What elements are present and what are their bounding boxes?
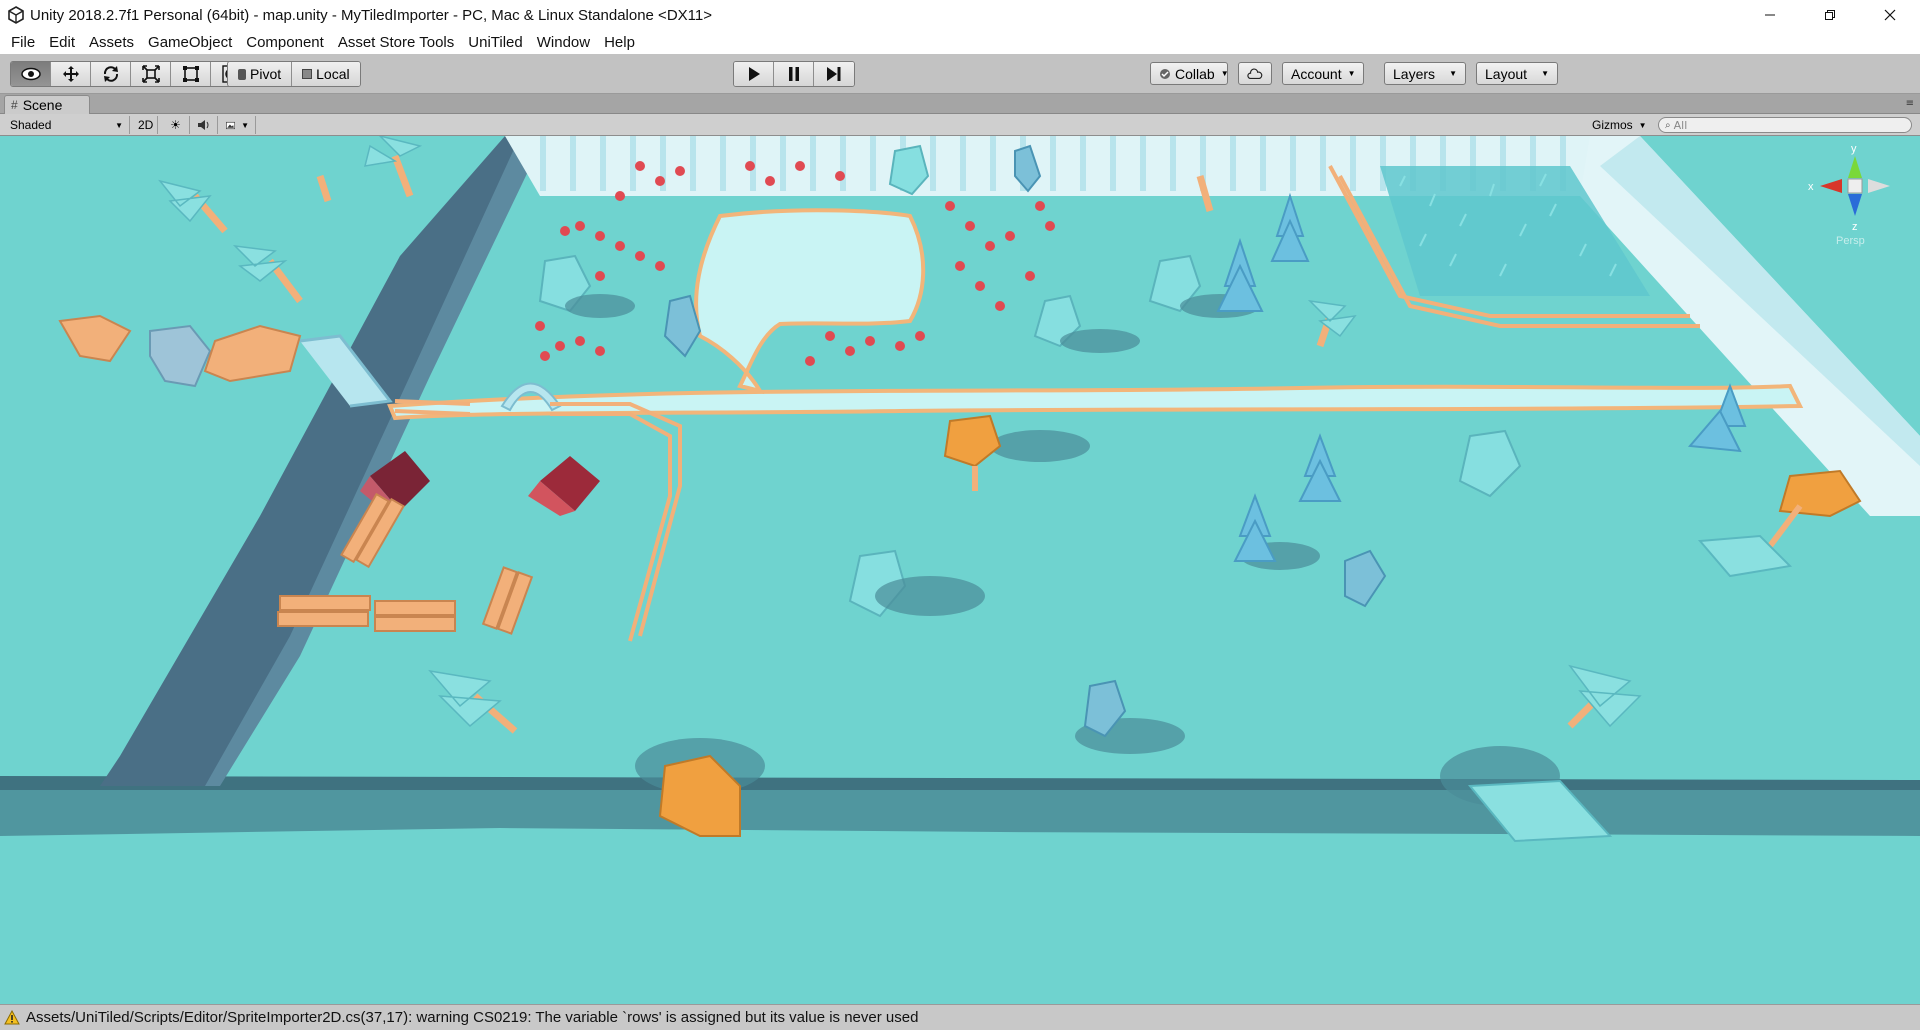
scene-tab-bar: # Scene ≡	[0, 94, 1920, 114]
sun-icon: ☀	[170, 118, 181, 132]
account-dropdown[interactable]: Account ▼	[1282, 62, 1364, 85]
layers-dropdown[interactable]: Layers ▼	[1384, 62, 1466, 85]
layout-dropdown[interactable]: Layout ▼	[1476, 62, 1558, 85]
gizmo-axis-y: y	[1851, 143, 1857, 155]
toggle-2d-button[interactable]: 2D	[132, 116, 158, 134]
scene-viewport[interactable]: y x z Persp	[0, 136, 1920, 1004]
account-label: Account	[1291, 65, 1342, 82]
cloud-icon	[1247, 68, 1263, 79]
grid-icon: #	[11, 98, 18, 112]
menu-asset-store-tools[interactable]: Asset Store Tools	[331, 34, 461, 51]
menu-bar: File Edit Assets GameObject Component As…	[0, 30, 1920, 54]
chevron-down-icon: ▼	[241, 120, 249, 130]
playmode-controls	[733, 61, 855, 87]
menu-window[interactable]: Window	[530, 34, 597, 51]
layout-label: Layout	[1485, 65, 1528, 82]
menu-assets[interactable]: Assets	[82, 34, 141, 51]
lighting-toggle[interactable]: ☀	[162, 116, 190, 134]
local-icon	[302, 69, 313, 79]
menu-gameobject[interactable]: GameObject	[141, 34, 239, 51]
unity-logo-icon	[6, 5, 26, 25]
minimize-icon[interactable]	[1740, 0, 1800, 30]
audio-toggle[interactable]	[190, 116, 218, 134]
menu-file[interactable]: File	[4, 34, 42, 51]
image-icon	[226, 121, 236, 129]
chevron-down-icon: ▼	[115, 120, 123, 130]
menu-unitiled[interactable]: UniTiled	[461, 34, 529, 51]
local-toggle[interactable]: Local	[292, 62, 360, 86]
local-label: Local	[316, 66, 350, 82]
menu-component[interactable]: Component	[239, 34, 331, 51]
cloud-button[interactable]	[1238, 62, 1272, 85]
chevron-down-icon: ▼	[1541, 69, 1549, 78]
move-icon	[62, 66, 79, 82]
chevron-down-icon: ▼	[1638, 120, 1647, 130]
collab-dropdown[interactable]: Collab ▼	[1150, 62, 1229, 85]
eye-icon	[20, 67, 41, 81]
scene-render: y x z Persp	[0, 136, 1920, 1004]
rotate-icon	[103, 66, 118, 82]
scale-tool-button[interactable]	[131, 62, 171, 86]
cliff-edge-shadow	[0, 784, 1920, 836]
toggle-2d-label: 2D	[138, 118, 154, 132]
chevron-down-icon: ▼	[1220, 69, 1229, 78]
tab-scene[interactable]: # Scene	[4, 95, 90, 114]
gizmo-axis-z: z	[1852, 221, 1858, 233]
pivot-label: Pivot	[250, 66, 282, 82]
pivot-toggle[interactable]: Pivot	[228, 62, 293, 86]
transform-tools	[10, 61, 252, 87]
effects-dropdown[interactable]: ▼	[220, 116, 256, 134]
speaker-icon	[197, 120, 208, 130]
close-icon[interactable]	[1860, 0, 1920, 30]
shading-mode-dropdown[interactable]: Shaded ▼	[4, 116, 130, 134]
pivot-icon	[238, 68, 246, 80]
layers-label: Layers	[1393, 65, 1436, 82]
pivot-local-group: Pivot Local	[227, 61, 361, 87]
restore-icon[interactable]	[1800, 0, 1860, 30]
scene-tab-label: Scene	[22, 97, 63, 113]
main-toolbar: Pivot Local Collab ▼ Account ▼ Layers ▼	[0, 54, 1920, 94]
gizmos-dropdown[interactable]: Gizmos ▼	[1592, 116, 1647, 134]
rotate-tool-button[interactable]	[91, 62, 131, 86]
scene-search-input[interactable]: ⌕ All	[1658, 117, 1912, 133]
gizmo-axis-x: x	[1808, 181, 1814, 193]
search-icon: ⌕	[1665, 119, 1671, 131]
scale-icon	[141, 65, 160, 83]
console-warning-message: Assets/UniTiled/Scripts/Editor/SpriteImp…	[26, 1009, 919, 1026]
status-bar[interactable]: Assets/UniTiled/Scripts/Editor/SpriteImp…	[0, 1004, 1920, 1030]
window-title: Unity 2018.2.7f1 Personal (64bit) - map.…	[30, 6, 712, 24]
tab-menu-icon[interactable]: ≡	[1906, 98, 1914, 109]
gizmo-projection-label: Persp	[1836, 235, 1865, 247]
view-tool-button[interactable]	[11, 62, 51, 86]
chevron-down-icon: ▼	[1449, 69, 1457, 78]
scene-view-toolbar: Shaded ▼ 2D ☀ ▼ Gizmos ▼ ⌕ All	[0, 114, 1920, 136]
pause-button[interactable]	[774, 62, 814, 86]
title-bar: Unity 2018.2.7f1 Personal (64bit) - map.…	[0, 0, 1920, 30]
move-tool-button[interactable]	[51, 62, 91, 86]
chevron-down-icon: ▼	[1347, 69, 1356, 78]
shading-mode-label: Shaded	[10, 118, 52, 132]
rect-icon	[182, 66, 199, 82]
check-circle-icon	[1160, 68, 1170, 79]
rect-tool-button[interactable]	[171, 62, 211, 86]
menu-help[interactable]: Help	[597, 34, 642, 51]
step-icon	[827, 67, 841, 81]
pause-icon	[788, 67, 799, 81]
menu-edit[interactable]: Edit	[42, 34, 82, 51]
collab-label: Collab	[1175, 65, 1215, 82]
search-placeholder: All	[1673, 118, 1688, 132]
gizmos-label: Gizmos	[1592, 118, 1633, 132]
play-icon	[748, 67, 760, 81]
step-button[interactable]	[814, 62, 854, 86]
play-button[interactable]	[734, 62, 774, 86]
warning-icon	[4, 1010, 20, 1025]
